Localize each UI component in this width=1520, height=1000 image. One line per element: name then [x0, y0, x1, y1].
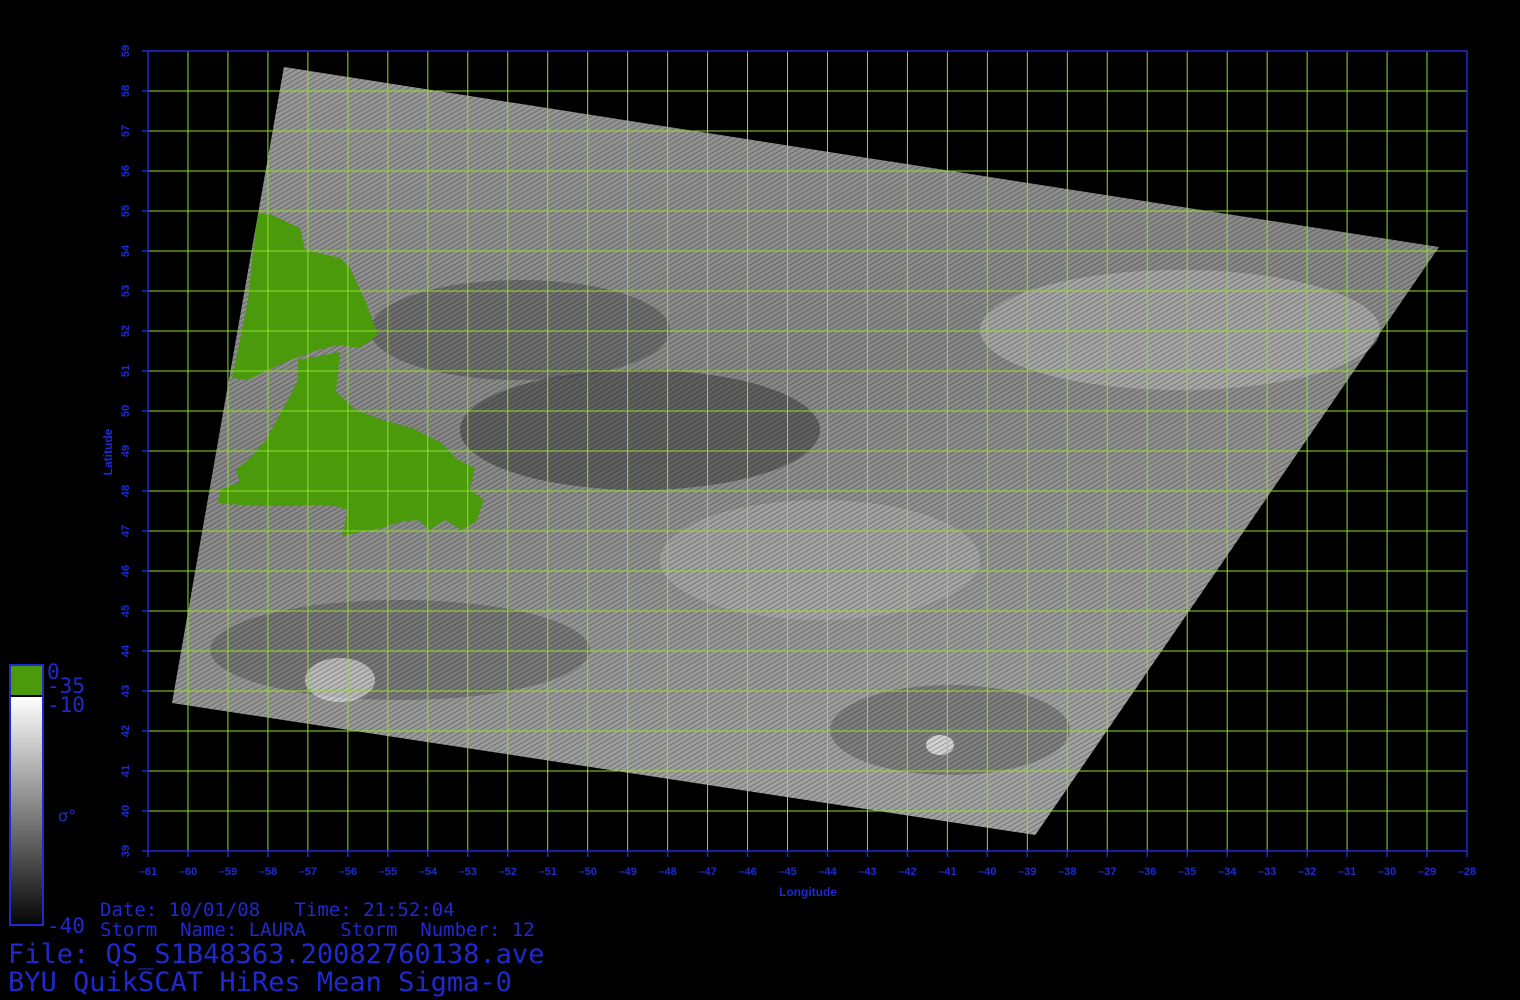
y-tick-label: 53	[120, 285, 132, 297]
date-time-line: Date: 10/01/08 Time: 21:52:04	[100, 899, 455, 921]
y-tick-label: 42	[120, 725, 132, 737]
y-tick-label: 43	[120, 685, 132, 697]
x-tick-label: –51	[539, 866, 557, 878]
product-title-line: BYU QuikSCAT HiRes Mean Sigma-0	[8, 967, 512, 998]
y-tick-label: 40	[120, 805, 132, 817]
x-tick-label: –44	[818, 866, 837, 878]
x-tick-label: –42	[898, 866, 916, 878]
y-tick-label: 51	[120, 365, 132, 377]
x-tick-label: –31	[1338, 866, 1356, 878]
y-tick-label: 47	[120, 525, 132, 537]
x-tick-label: –29	[1418, 866, 1436, 878]
lat-lon-grid	[147, 50, 1468, 852]
y-tick-label: 48	[120, 485, 132, 497]
y-tick-label: 46	[120, 565, 132, 577]
x-tick-label: –34	[1218, 866, 1237, 878]
x-tick-label: –28	[1458, 866, 1476, 878]
x-tick-label: –52	[499, 866, 517, 878]
longitude-tick-labels: –61 –60 –59 –58 –57 –56 –55 –54 –53 –52 –51 –50 –49 –…	[139, 866, 1476, 878]
x-tick-label: –57	[299, 866, 317, 878]
x-tick-label: –56	[339, 866, 357, 878]
x-tick-label: –33	[1258, 866, 1276, 878]
sigma0-map: –61 –60 –59 –58 –57 –56 –55 –54 –53 –52 –51 –50 –49 –…	[9, 45, 1476, 938]
x-tick-label: –58	[259, 866, 277, 878]
y-tick-label: 50	[120, 405, 132, 417]
storm-info-line: Storm Name: LAURA Storm Number: 12	[100, 919, 535, 941]
y-tick-label: 39	[120, 845, 132, 857]
x-tick-label: –53	[459, 866, 477, 878]
y-tick-label: 57	[120, 125, 132, 137]
y-tick-label: 45	[120, 605, 132, 617]
colorbar: 0 -35 -10 -40 σ°	[9, 660, 85, 938]
colorbar-sigma-gradient	[10, 697, 43, 925]
x-tick-label: –39	[1018, 866, 1036, 878]
y-tick-label: 54	[120, 244, 132, 257]
y-tick-label: 52	[120, 325, 132, 337]
x-tick-label: –36	[1138, 866, 1156, 878]
x-axis-label: Longitude	[779, 885, 837, 899]
x-tick-label: –50	[578, 866, 596, 878]
y-tick-label: 59	[120, 45, 132, 57]
y-tick-label: 44	[120, 644, 132, 657]
x-tick-label: –55	[379, 866, 397, 878]
x-tick-label: –48	[658, 866, 676, 878]
x-tick-label: –43	[858, 866, 876, 878]
y-tick-label: 58	[120, 85, 132, 97]
x-tick-label: –59	[219, 866, 237, 878]
file-name-line: File: QS_S1B48363.20082760138.ave	[8, 939, 545, 970]
latitude-tick-labels: 39 40 41 42 43 44 45 46 47 48 49 50 51 52 53 54 55 56 57 58…	[120, 45, 132, 857]
x-tick-label: –45	[778, 866, 796, 878]
y-tick-label: 41	[120, 765, 132, 777]
x-tick-label: –41	[938, 866, 956, 878]
y-tick-label: 49	[120, 445, 132, 457]
x-tick-label: –60	[179, 866, 197, 878]
colorbar-sigma-symbol: σ°	[58, 807, 76, 826]
x-tick-label: –32	[1298, 866, 1316, 878]
x-tick-label: –35	[1178, 866, 1196, 878]
colorbar-label-sigma-bottom: -40	[47, 914, 85, 938]
x-tick-label: –37	[1098, 866, 1116, 878]
x-tick-label: –46	[738, 866, 756, 878]
x-tick-label: –47	[698, 866, 716, 878]
x-tick-label: –30	[1378, 866, 1396, 878]
x-tick-label: –38	[1058, 866, 1076, 878]
x-tick-label: –61	[139, 866, 157, 878]
colorbar-land-segment	[10, 665, 43, 695]
colorbar-label-sigma-top: -10	[47, 693, 85, 717]
x-tick-label: –54	[419, 866, 438, 878]
y-axis-label: Latitude	[101, 428, 115, 475]
y-tick-label: 56	[120, 165, 132, 177]
y-tick-label: 55	[120, 205, 132, 217]
x-tick-label: –40	[978, 866, 996, 878]
x-tick-label: –49	[618, 866, 636, 878]
